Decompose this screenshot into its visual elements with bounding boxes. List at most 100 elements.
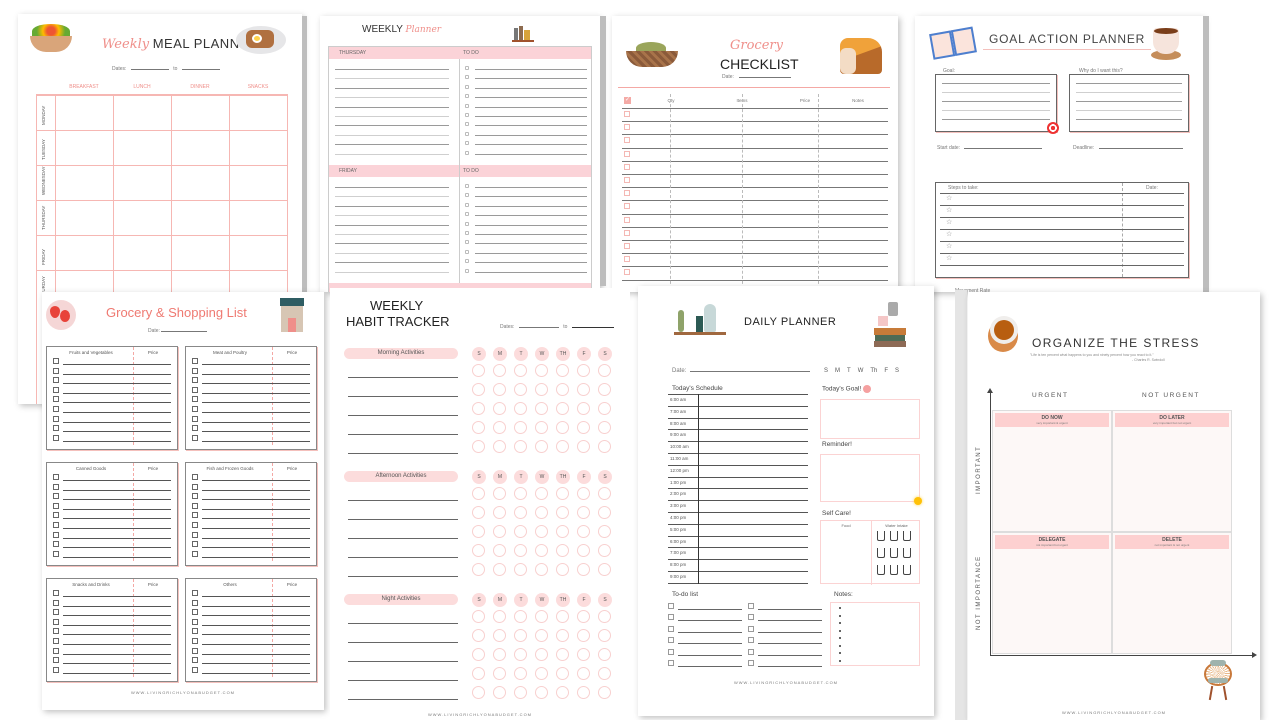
shopping-item-checkbox[interactable]: [53, 386, 59, 393]
weekly-todo-checkbox[interactable]: [465, 202, 469, 207]
habit-check-circle[interactable]: [577, 629, 590, 642]
shopping-item-line[interactable]: [63, 480, 171, 481]
shopping-item-line[interactable]: [63, 518, 171, 520]
grocery-row-checkbox[interactable]: [624, 229, 630, 236]
grocery-row-checkbox[interactable]: [624, 150, 630, 157]
weekly-todo-line[interactable]: [475, 205, 587, 207]
habit-check-circle[interactable]: [493, 487, 506, 500]
shopping-item-line[interactable]: [63, 431, 171, 433]
shopping-item-checkbox[interactable]: [192, 415, 198, 422]
shopping-item-line[interactable]: [202, 480, 310, 481]
shopping-item-line[interactable]: [63, 644, 171, 645]
habit-check-circle[interactable]: [598, 383, 611, 396]
shopping-item-checkbox[interactable]: [192, 367, 198, 374]
todo-checkbox[interactable]: [748, 625, 754, 632]
shopping-item-checkbox[interactable]: [192, 483, 198, 490]
water-cup-icon[interactable]: [903, 548, 911, 558]
todo-checkbox[interactable]: [668, 614, 674, 621]
weekly-todo-line[interactable]: [475, 144, 587, 146]
weekly-todo-line[interactable]: [475, 125, 587, 127]
habit-check-circle[interactable]: [577, 563, 590, 576]
weekly-todo-checkbox[interactable]: [465, 193, 469, 198]
weekly-todo-line[interactable]: [475, 78, 587, 80]
habit-check-circle[interactable]: [535, 629, 548, 642]
star-icon[interactable]: ☆: [946, 194, 952, 202]
shopping-item-line[interactable]: [63, 402, 171, 404]
todo-line[interactable]: [678, 609, 742, 610]
water-cup-icon[interactable]: [890, 548, 898, 558]
daily-weekday[interactable]: F: [884, 368, 888, 374]
weekly-todo-checkbox[interactable]: [465, 184, 469, 188]
habit-check-circle[interactable]: [598, 487, 611, 500]
habit-check-circle[interactable]: [472, 487, 485, 500]
daily-weekday[interactable]: W: [858, 368, 864, 374]
habit-check-circle[interactable]: [472, 544, 485, 557]
quadrant[interactable]: DELETE not important & not urgent: [1112, 532, 1232, 654]
habit-check-circle[interactable]: [493, 402, 506, 415]
shopping-item-line[interactable]: [202, 489, 310, 491]
weekly-todo-checkbox[interactable]: [465, 84, 469, 89]
habit-check-circle[interactable]: [472, 421, 485, 434]
todo-checkbox[interactable]: [748, 637, 754, 644]
shopping-item-line[interactable]: [202, 605, 310, 607]
shopping-item-checkbox[interactable]: [192, 618, 198, 625]
habit-check-circle[interactable]: [535, 402, 548, 415]
shopping-item-checkbox[interactable]: [192, 609, 198, 616]
shopping-item-line[interactable]: [63, 373, 171, 375]
shopping-item-checkbox[interactable]: [53, 358, 59, 364]
weekly-note-line[interactable]: [335, 125, 449, 127]
habit-check-circle[interactable]: [577, 506, 590, 519]
habit-check-circle[interactable]: [493, 440, 506, 453]
shopping-item-line[interactable]: [202, 653, 310, 655]
habit-check-circle[interactable]: [493, 629, 506, 642]
shopping-item-checkbox[interactable]: [192, 493, 198, 500]
weekly-note-line[interactable]: [335, 97, 449, 99]
habit-check-circle[interactable]: [493, 563, 506, 576]
shopping-item-checkbox[interactable]: [53, 599, 59, 606]
weekly-note-line[interactable]: [335, 252, 449, 254]
habit-check-circle[interactable]: [493, 686, 506, 699]
habit-check-circle[interactable]: [535, 610, 548, 623]
shopping-item-checkbox[interactable]: [192, 531, 198, 538]
weekly-note-line[interactable]: [335, 187, 449, 188]
water-cup-icon[interactable]: [903, 565, 911, 575]
shopping-item-line[interactable]: [202, 624, 310, 626]
shopping-item-line[interactable]: [63, 489, 171, 491]
habit-check-circle[interactable]: [493, 506, 506, 519]
reminder-box[interactable]: [820, 454, 920, 502]
shopping-item-checkbox[interactable]: [192, 550, 198, 557]
todo-checkbox[interactable]: [668, 625, 674, 632]
shopping-item-line[interactable]: [202, 431, 310, 433]
habit-entry-line[interactable]: [348, 623, 458, 624]
habit-check-circle[interactable]: [493, 383, 506, 396]
weekly-note-line[interactable]: [335, 78, 449, 80]
habit-check-circle[interactable]: [535, 487, 548, 500]
todo-line[interactable]: [758, 666, 822, 667]
shopping-item-line[interactable]: [202, 644, 310, 645]
weekly-todo-line[interactable]: [475, 116, 587, 117]
grocery-row-checkbox[interactable]: [624, 269, 630, 276]
weekly-note-line[interactable]: [335, 205, 449, 207]
habit-check-circle[interactable]: [472, 648, 485, 661]
shopping-item-checkbox[interactable]: [192, 386, 198, 393]
habit-check-circle[interactable]: [535, 421, 548, 434]
habit-check-circle[interactable]: [493, 648, 506, 661]
shopping-item-line[interactable]: [63, 547, 171, 549]
water-cup-icon[interactable]: [877, 565, 885, 575]
shopping-item-checkbox[interactable]: [192, 512, 198, 519]
todo-line[interactable]: [758, 631, 822, 633]
shopping-item-checkbox[interactable]: [53, 657, 59, 664]
shopping-item-line[interactable]: [63, 508, 171, 510]
habit-check-circle[interactable]: [514, 544, 527, 557]
shopping-item-line[interactable]: [63, 421, 171, 423]
shopping-item-line[interactable]: [202, 537, 310, 539]
habit-check-circle[interactable]: [598, 525, 611, 538]
habit-check-circle[interactable]: [556, 544, 569, 557]
habit-check-circle[interactable]: [514, 506, 527, 519]
habit-check-circle[interactable]: [493, 667, 506, 680]
weekly-todo-line[interactable]: [475, 187, 587, 188]
shopping-item-line[interactable]: [63, 528, 171, 529]
habit-check-circle[interactable]: [556, 667, 569, 680]
shopping-item-line[interactable]: [202, 518, 310, 520]
shopping-item-line[interactable]: [63, 537, 171, 539]
